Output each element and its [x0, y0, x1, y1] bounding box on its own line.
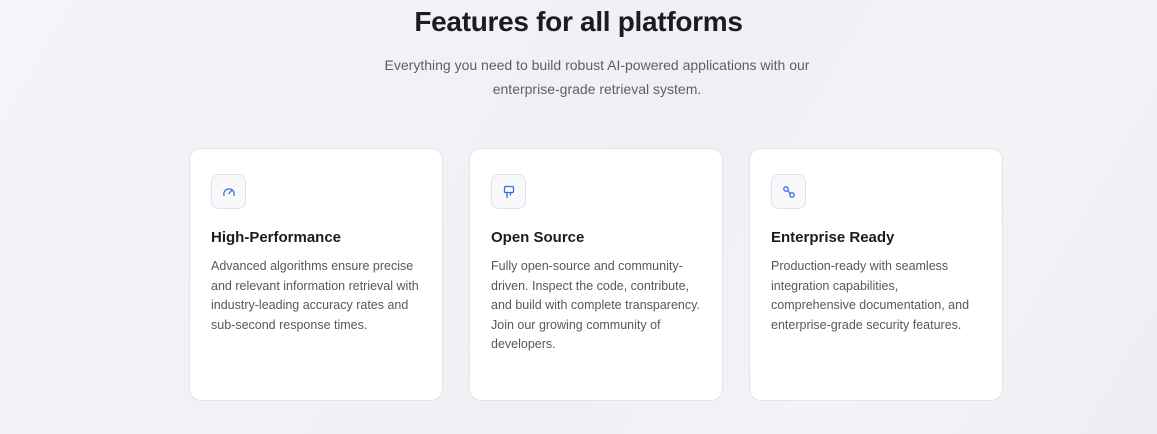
- feature-description: Production-ready with seamless integrati…: [771, 259, 970, 332]
- feature-title: Open Source: [491, 229, 585, 246]
- feature-title: High-Performance: [211, 229, 342, 246]
- open-source-icon: [491, 174, 526, 209]
- gauge-icon: [211, 174, 246, 209]
- feature-card-open-source: Open Source Fully open-source and commun…: [469, 148, 723, 401]
- section-subtitle: Everything you need to build robust AI-p…: [384, 57, 810, 97]
- feature-description: Advanced algorithms ensure precise and r…: [211, 259, 419, 332]
- section-title: Features for all platforms: [414, 6, 743, 37]
- feature-cards: High-Performance Advanced algorithms ens…: [189, 148, 1006, 403]
- features-section: Features for all platforms Everything yo…: [0, 0, 1157, 434]
- feature-title: Enterprise Ready: [771, 229, 895, 246]
- integration-icon: [771, 174, 806, 209]
- feature-card-enterprise-ready: Enterprise Ready Production-ready with s…: [749, 148, 1003, 401]
- feature-description: Fully open-source and community-driven. …: [491, 259, 700, 352]
- feature-card-high-performance: High-Performance Advanced algorithms ens…: [189, 148, 443, 401]
